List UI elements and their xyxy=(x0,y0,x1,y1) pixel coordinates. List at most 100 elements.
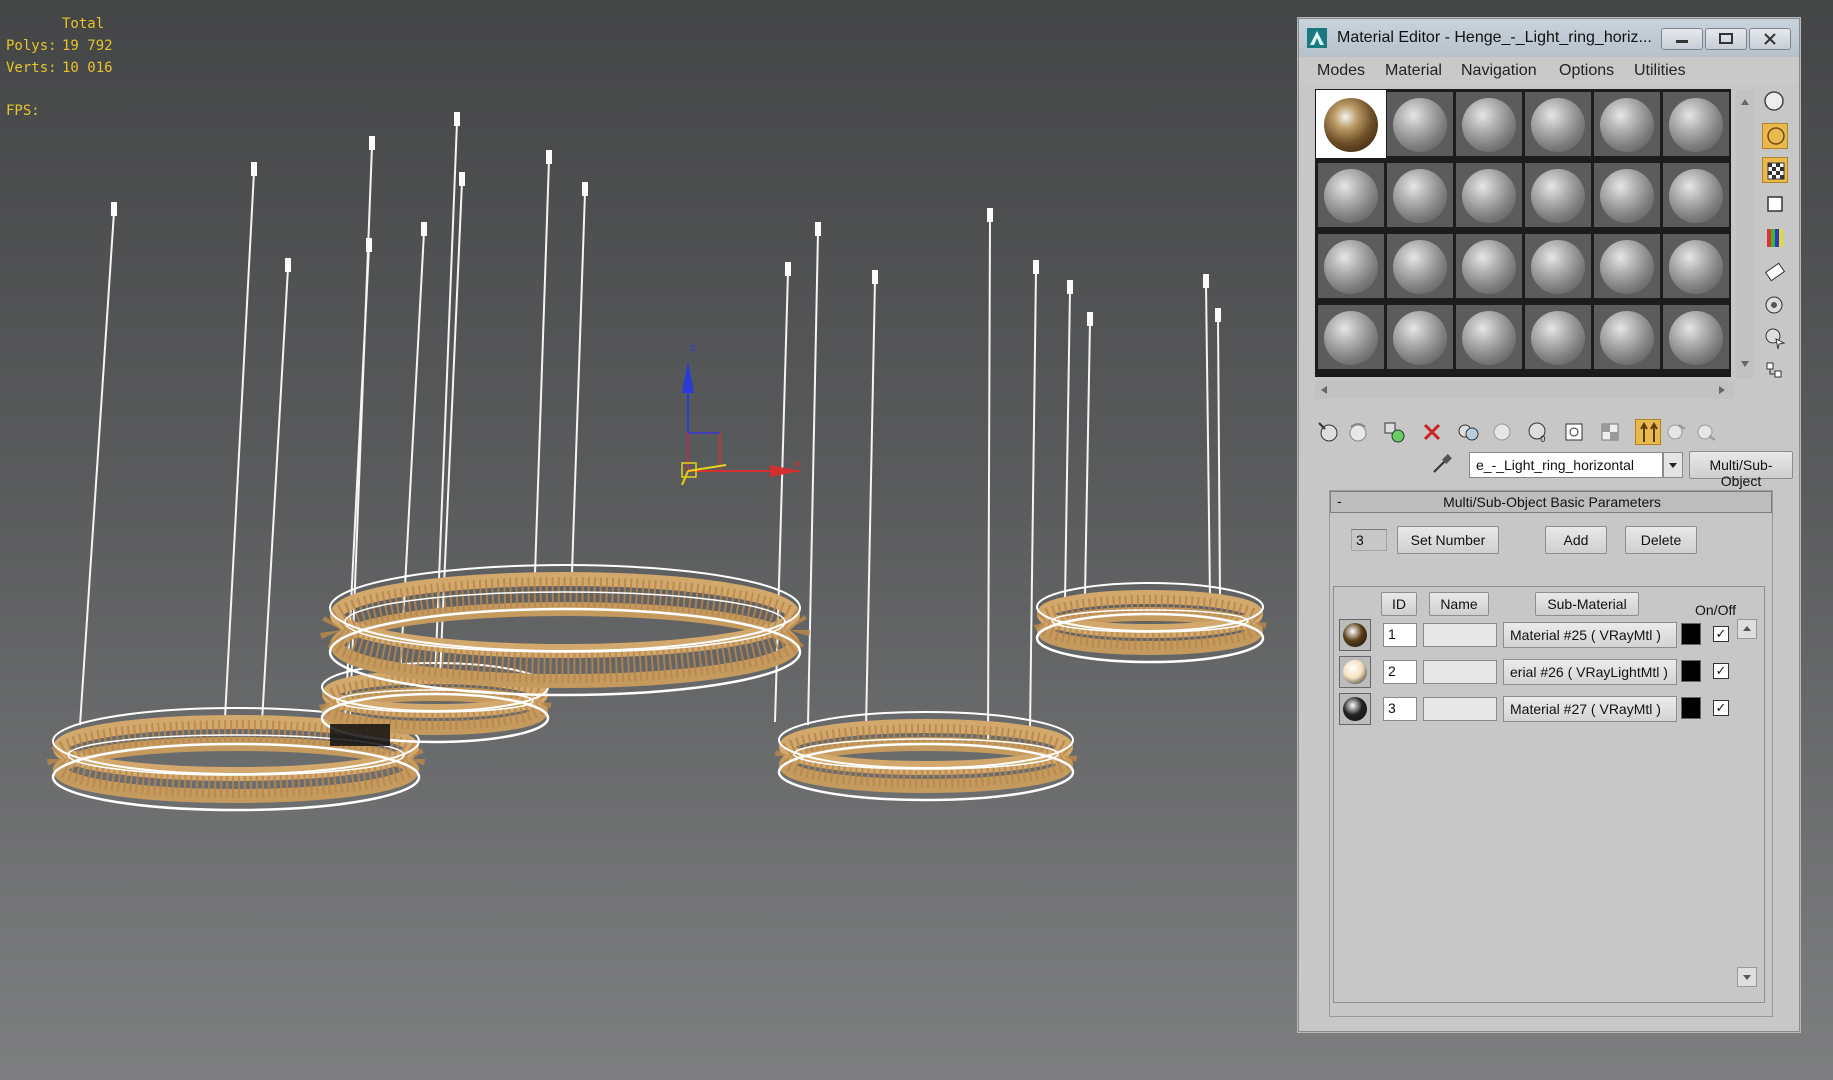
sort-by-submaterial-button[interactable]: Sub-Material xyxy=(1535,592,1639,616)
put-to-scene-button[interactable] xyxy=(1345,419,1371,445)
sibling-icon xyxy=(1667,424,1686,440)
sub-material-id-field[interactable]: 2 xyxy=(1383,660,1417,684)
video-color-check-button[interactable] xyxy=(1762,225,1788,251)
sub-material-color-swatch[interactable] xyxy=(1681,660,1701,682)
menu-options[interactable]: Options xyxy=(1559,62,1614,80)
background-button[interactable] xyxy=(1762,157,1788,183)
material-navigator-button[interactable] xyxy=(1762,359,1788,385)
sub-material-id-field[interactable]: 3 xyxy=(1383,697,1417,721)
sub-material-swatch[interactable] xyxy=(1339,656,1371,688)
make-preview-button[interactable] xyxy=(1762,259,1788,285)
material-sample-slot[interactable] xyxy=(1387,305,1453,369)
cable-anchor xyxy=(785,262,791,276)
material-sample-slot[interactable] xyxy=(1318,163,1384,227)
sub-material-enabled-checkbox[interactable]: ✓ xyxy=(1713,663,1729,679)
maximize-button[interactable] xyxy=(1705,28,1747,50)
sub-material-enabled-checkbox[interactable]: ✓ xyxy=(1713,626,1729,642)
sub-material-id-field[interactable]: 1 xyxy=(1383,623,1417,647)
go-to-parent-button[interactable] xyxy=(1635,419,1661,445)
suspension-cable xyxy=(534,159,550,575)
sub-material-name-field[interactable] xyxy=(1423,623,1497,647)
material-sample-slot[interactable] xyxy=(1594,92,1660,156)
material-sample-slot[interactable] xyxy=(1525,305,1591,369)
slots-horizontal-scrollbar[interactable] xyxy=(1315,381,1735,399)
material-sample-slot[interactable] xyxy=(1387,92,1453,156)
add-button[interactable]: Add xyxy=(1545,526,1607,554)
material-name-dropdown[interactable] xyxy=(1663,452,1683,478)
material-options-button[interactable] xyxy=(1693,419,1719,445)
material-sample-slot[interactable] xyxy=(1663,305,1729,369)
material-sample-slot[interactable] xyxy=(1594,234,1660,298)
material-sample-slot[interactable] xyxy=(1663,234,1729,298)
delete-button[interactable]: Delete xyxy=(1625,526,1697,554)
sub-material-color-swatch[interactable] xyxy=(1681,697,1701,719)
material-sample-slot[interactable] xyxy=(1594,305,1660,369)
material-sample-slot[interactable] xyxy=(1387,163,1453,227)
material-sample-slot[interactable] xyxy=(1456,163,1522,227)
transform-gizmo[interactable]: z x xyxy=(660,335,800,485)
light-ring[interactable] xyxy=(320,564,810,697)
show-end-result-button[interactable] xyxy=(1597,419,1623,445)
cable-anchor xyxy=(366,238,372,252)
sub-material-name-field[interactable] xyxy=(1423,660,1497,684)
show-shaded-map-button[interactable] xyxy=(1561,419,1587,445)
rollout-header[interactable]: - Multi/Sub-Object Basic Parameters xyxy=(1330,491,1772,513)
material-name-field[interactable]: e_-_Light_ring_horizontal xyxy=(1469,452,1663,478)
material-sample-slot[interactable] xyxy=(1316,90,1386,158)
material-sample-slot[interactable] xyxy=(1525,92,1591,156)
material-editor-window[interactable]: Material Editor - Henge_-_Light_ring_hor… xyxy=(1298,18,1800,1032)
material-sample-slot[interactable] xyxy=(1594,163,1660,227)
material-type-button[interactable]: Multi/Sub-Object xyxy=(1689,451,1793,489)
make-unique-button[interactable] xyxy=(1455,419,1481,445)
sample-type-button[interactable] xyxy=(1762,89,1788,115)
menu-material[interactable]: Material xyxy=(1385,62,1442,80)
sort-by-id-button[interactable]: ID xyxy=(1381,592,1417,616)
sub-material-swatch[interactable] xyxy=(1339,619,1371,651)
sub-material-count-input[interactable]: 3 xyxy=(1351,529,1387,551)
assign-to-selection-button[interactable] xyxy=(1381,419,1407,445)
light-ring[interactable] xyxy=(775,711,1077,802)
sub-material-button[interactable]: erial #26 ( VRayLightMtl ) xyxy=(1503,659,1677,685)
list-scroll-up-button[interactable] xyxy=(1737,619,1757,639)
material-sample-slot[interactable] xyxy=(1456,305,1522,369)
material-id-channel-button[interactable]: 0 xyxy=(1525,419,1551,445)
title-bar[interactable]: Material Editor - Henge_-_Light_ring_hor… xyxy=(1299,19,1799,57)
material-sample-slot[interactable] xyxy=(1387,234,1453,298)
material-sphere-preview xyxy=(1393,311,1447,365)
close-button[interactable] xyxy=(1749,28,1791,50)
pick-material-eyedropper[interactable] xyxy=(1429,451,1455,477)
material-sample-slot[interactable] xyxy=(1663,163,1729,227)
sub-material-button[interactable]: Material #25 ( VRayMtl ) xyxy=(1503,622,1677,648)
light-ring[interactable] xyxy=(1033,582,1267,664)
put-to-library-button[interactable] xyxy=(1489,419,1515,445)
menu-navigation[interactable]: Navigation xyxy=(1461,62,1537,80)
menu-utilities[interactable]: Utilities xyxy=(1634,62,1686,80)
material-sample-slot[interactable] xyxy=(1456,92,1522,156)
slots-vertical-scrollbar[interactable] xyxy=(1736,89,1754,379)
sub-material-swatch[interactable] xyxy=(1339,693,1371,725)
set-number-button[interactable]: Set Number xyxy=(1397,526,1499,554)
material-sample-slot[interactable] xyxy=(1318,305,1384,369)
options-button[interactable] xyxy=(1762,293,1788,319)
sub-material-color-swatch[interactable] xyxy=(1681,623,1701,645)
material-sample-slot[interactable] xyxy=(1663,92,1729,156)
select-by-material-button[interactable] xyxy=(1762,325,1788,351)
uv-tiling-button[interactable] xyxy=(1762,191,1788,217)
material-sample-slot[interactable] xyxy=(1456,234,1522,298)
sub-material-button[interactable]: Material #27 ( VRayMtl ) xyxy=(1503,696,1677,722)
go-forward-to-sibling-button[interactable] xyxy=(1663,419,1689,445)
sort-by-name-button[interactable]: Name xyxy=(1429,592,1489,616)
menu-modes[interactable]: Modes xyxy=(1317,62,1365,80)
material-sample-slot[interactable] xyxy=(1525,163,1591,227)
material-sample-slot[interactable] xyxy=(1318,234,1384,298)
get-material-button[interactable] xyxy=(1315,419,1341,445)
material-sample-slot[interactable] xyxy=(1525,234,1591,298)
sub-material-name-field[interactable] xyxy=(1423,697,1497,721)
backlight-button[interactable] xyxy=(1762,123,1788,149)
sub-material-enabled-checkbox[interactable]: ✓ xyxy=(1713,700,1729,716)
minimize-button[interactable] xyxy=(1661,28,1703,50)
list-scroll-down-button[interactable] xyxy=(1737,967,1757,987)
material-sphere-preview xyxy=(1531,98,1585,152)
cable-anchor xyxy=(251,162,257,176)
reset-material-button[interactable] xyxy=(1419,419,1445,445)
